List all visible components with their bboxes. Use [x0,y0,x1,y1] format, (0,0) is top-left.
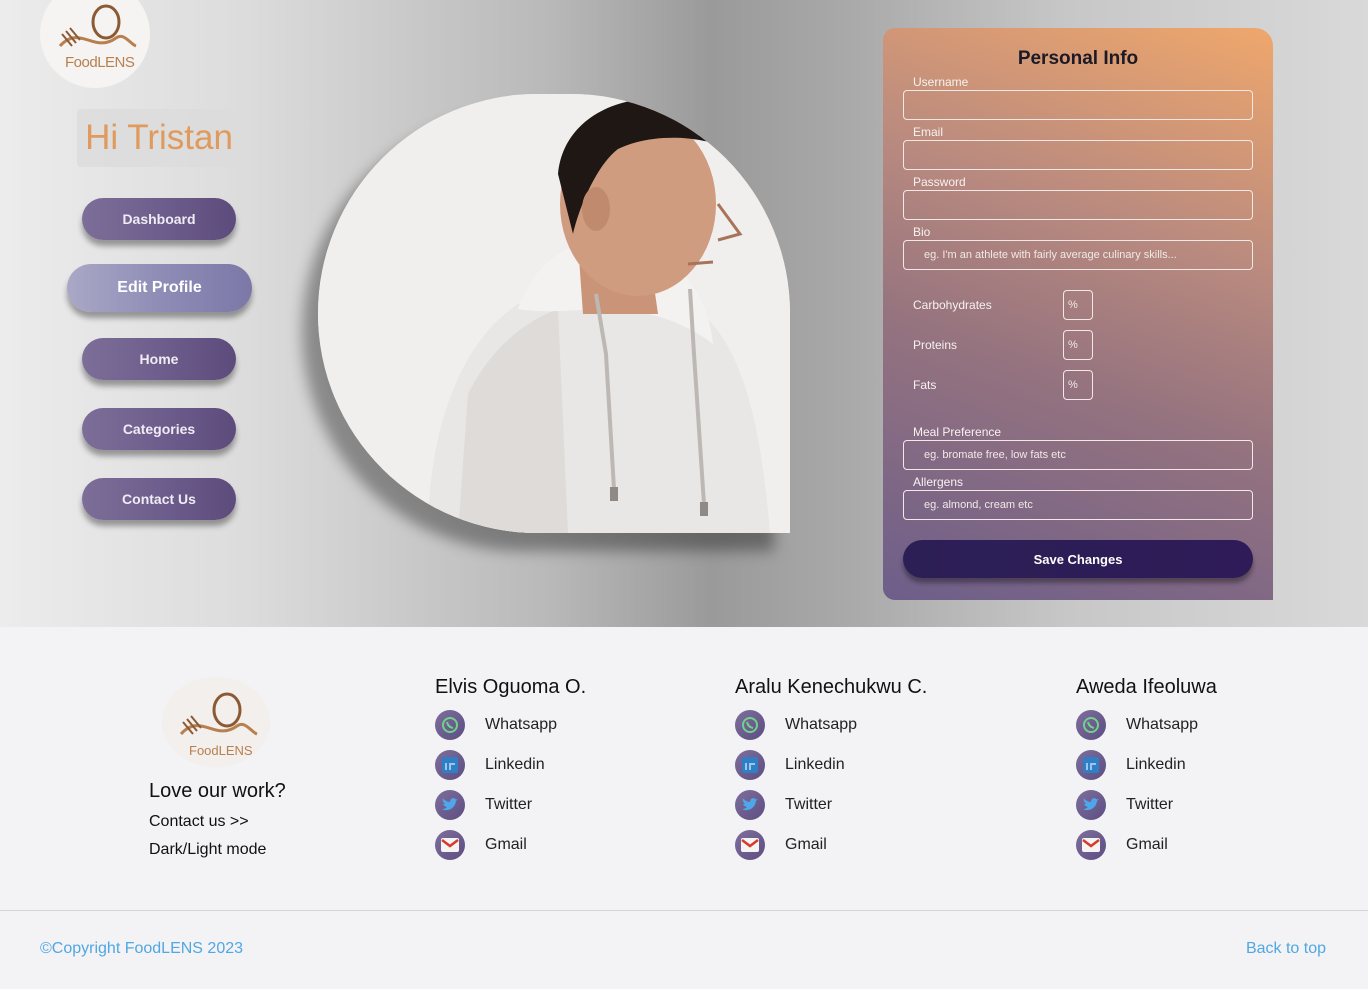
bio-input[interactable] [903,240,1253,270]
svg-text:FoodLENS: FoodLENS [189,743,253,758]
email-input[interactable] [903,140,1253,170]
nav-dashboard-button[interactable]: Dashboard [82,198,236,240]
gmail-link[interactable]: Gmail [735,830,827,860]
profile-photo [318,94,790,533]
contact-us-link[interactable]: Contact us >> [149,813,249,831]
password-input[interactable] [903,190,1253,220]
form-title: Personal Info [1017,48,1139,69]
svg-text:FoodLENS: FoodLENS [65,54,135,71]
member-name: Aweda Ifeoluwa [1076,676,1217,698]
twitter-icon [1076,790,1106,820]
nav-home-button[interactable]: Home [82,338,236,380]
linkedin-icon [735,750,765,780]
nav-edit-profile-button[interactable]: Edit Profile [67,264,252,312]
brand-logo[interactable]: FoodLENS [40,0,150,88]
whatsapp-icon [735,710,765,740]
member-name: Elvis Oguoma O. [435,676,587,698]
member-column: Aweda Ifeoluwa Whatsapp Linkedin Twitter… [1076,676,1217,860]
copyright-text: ©Copyright FoodLENS 2023 [40,940,244,957]
nav-contact-us-button[interactable]: Contact Us [82,478,236,520]
footer-divider [0,910,1368,911]
carbohydrates-label: Carbohydrates [913,298,992,312]
bio-label: Bio [913,225,931,239]
fats-label: Fats [913,378,937,392]
whatsapp-icon [435,710,465,740]
twitter-link[interactable]: Twitter [435,790,532,820]
whatsapp-icon [1076,710,1106,740]
gmail-icon [1076,830,1106,860]
fork-spoon-icon: FoodLENS [58,4,137,71]
gmail-icon [435,830,465,860]
whatsapp-link[interactable]: Whatsapp [735,710,857,740]
gmail-link[interactable]: Gmail [1076,830,1168,860]
member-column: Aralu Kenechukwu C. Whatsapp Linkedin Tw… [735,676,928,860]
username-label: Username [913,75,969,89]
linkedin-icon [1076,750,1106,780]
linkedin-link[interactable]: Linkedin [735,750,845,780]
linkedin-icon [435,750,465,780]
personal-info-form: Personal Info Username Email Password Bi… [883,28,1273,600]
whatsapp-link[interactable]: Whatsapp [435,710,557,740]
username-input[interactable] [903,90,1253,120]
meal-preference-input[interactable] [903,440,1253,470]
save-changes-button[interactable]: Save Changes [903,540,1253,578]
proteins-label: Proteins [913,338,958,352]
twitter-link[interactable]: Twitter [1076,790,1173,820]
greeting-title: Hi Tristan [77,109,241,167]
email-label: Email [913,125,944,139]
fats-input[interactable] [1063,370,1093,400]
back-to-top-link[interactable]: Back to top [1246,940,1326,958]
twitter-icon [735,790,765,820]
allergens-input[interactable] [903,490,1253,520]
linkedin-link[interactable]: Linkedin [435,750,545,780]
member-column: Elvis Oguoma O. Whatsapp Linkedin Twitte… [435,676,587,860]
love-our-work-heading: Love our work? [149,780,286,802]
password-label: Password [913,175,966,189]
dark-light-mode-toggle[interactable]: Dark/Light mode [149,841,266,859]
member-name: Aralu Kenechukwu C. [735,676,928,698]
carbohydrates-input[interactable] [1063,290,1093,320]
linkedin-link[interactable]: Linkedin [1076,750,1186,780]
allergens-label: Allergens [913,475,964,489]
nav-categories-button[interactable]: Categories [82,408,236,450]
twitter-link[interactable]: Twitter [735,790,832,820]
whatsapp-link[interactable]: Whatsapp [1076,710,1198,740]
gmail-link[interactable]: Gmail [435,830,527,860]
meal-preference-label: Meal Preference [913,425,1002,439]
proteins-input[interactable] [1063,330,1093,360]
gmail-icon [735,830,765,860]
fork-spoon-icon: FoodLENS [179,692,258,758]
footer-logo[interactable]: FoodLENS [162,677,270,767]
hero-section: FoodLENS Hi Tristan Dashboard Edit Profi… [0,0,1368,627]
twitter-icon [435,790,465,820]
